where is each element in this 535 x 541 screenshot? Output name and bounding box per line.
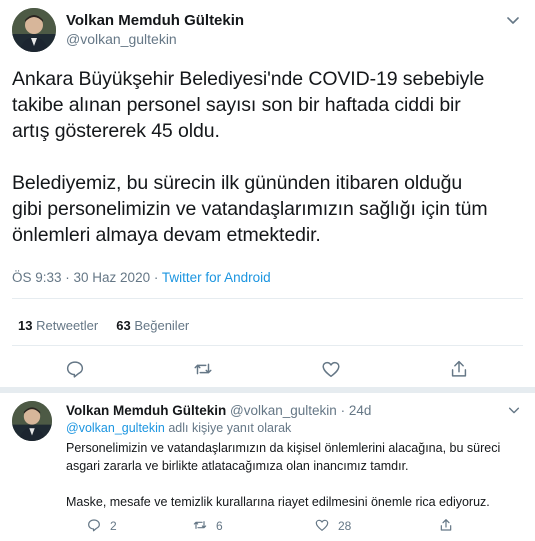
author-handle[interactable]: @volkan_gultekin: [66, 31, 177, 47]
retweet-button[interactable]: 6: [192, 517, 223, 535]
chevron-down-icon[interactable]: [507, 403, 521, 417]
retweet-count: 6: [216, 519, 223, 533]
share-button[interactable]: [438, 517, 454, 535]
share-icon[interactable]: [448, 358, 470, 380]
reply-actions: 2 6 28: [66, 517, 506, 535]
avatar[interactable]: [12, 8, 56, 52]
reply-time[interactable]: 24d: [349, 403, 372, 418]
reply-button[interactable]: 2: [86, 517, 117, 535]
heart-icon[interactable]: [320, 358, 342, 380]
divider: [12, 345, 523, 346]
avatar[interactable]: [12, 401, 52, 441]
author-name[interactable]: Volkan Memduh Gültekin: [66, 12, 244, 29]
mention-link[interactable]: @volkan_gultekin: [66, 421, 165, 435]
main-tweet: Volkan Memduh Gültekin @volkan_gultekin …: [0, 0, 535, 387]
replying-to: @volkan_gultekin adlı kişiye yanıt olara…: [66, 421, 292, 435]
tweet-actions: [0, 358, 535, 382]
share-icon: [438, 517, 454, 536]
retweet-icon[interactable]: [192, 358, 214, 380]
chevron-down-icon[interactable]: [505, 12, 521, 28]
reply-text: Personelimizin ve vatandaşlarımızın da k…: [66, 441, 501, 509]
divider: [12, 298, 523, 299]
timestamp[interactable]: ÖS 9:33 · 30 Haz 2020 ·: [12, 270, 162, 285]
reply-icon[interactable]: [64, 358, 86, 380]
retweets-stat[interactable]: 13 Retweetler: [18, 318, 98, 333]
reply-icon: [86, 517, 102, 536]
retweet-icon: [192, 517, 208, 536]
heart-icon: [314, 517, 330, 536]
reply-tweet[interactable]: Volkan Memduh Gültekin @volkan_gultekin …: [0, 393, 535, 541]
author-name[interactable]: Volkan Memduh Gültekin: [66, 403, 226, 418]
tweet-text: Ankara Büyükşehir Belediyesi'nde COVID-1…: [12, 68, 488, 246]
likes-stat[interactable]: 63 Beğeniler: [116, 318, 189, 333]
tweet-meta: ÖS 9:33 · 30 Haz 2020 · Twitter for Andr…: [12, 270, 271, 285]
like-count: 28: [338, 519, 352, 533]
reply-header: Volkan Memduh Gültekin @volkan_gultekin …: [66, 403, 372, 418]
reply-count: 2: [110, 519, 117, 533]
engagement-stats: 13 Retweetler 63 Beğeniler: [18, 318, 189, 333]
like-button[interactable]: 28: [314, 517, 351, 535]
source-link[interactable]: Twitter for Android: [162, 270, 271, 285]
author-handle[interactable]: @volkan_gultekin: [230, 403, 337, 418]
